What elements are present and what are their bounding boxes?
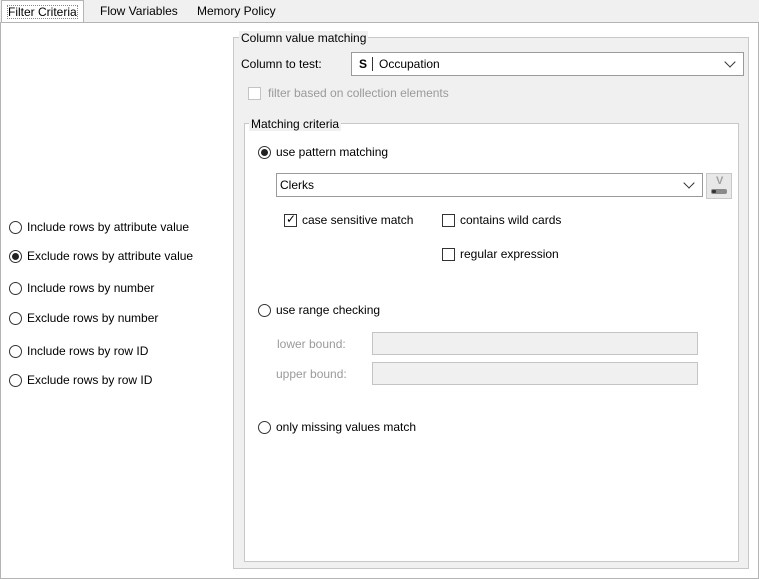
type-separator (372, 57, 373, 71)
radio-button-icon (9, 312, 22, 325)
chevron-down-icon (683, 177, 695, 189)
tab-bar: Filter Criteria Flow Variables Memory Po… (0, 0, 759, 23)
collection-elements-label: filter based on collection elements (268, 86, 449, 100)
flow-variable-button[interactable]: V (706, 173, 732, 199)
tab-label: Filter Criteria (7, 5, 78, 19)
option-label: Include rows by row ID (27, 344, 149, 358)
include-by-number-radio[interactable]: Include rows by number (9, 281, 154, 295)
flow-variable-icon: V (716, 175, 724, 187)
include-by-attribute-radio[interactable]: Include rows by attribute value (9, 220, 189, 234)
upper-bound-input[interactable] (372, 362, 698, 385)
pattern-value: Clerks (280, 178, 315, 192)
pattern-matching-label: use pattern matching (276, 145, 389, 159)
checkbox-icon (442, 214, 455, 227)
lower-bound-input[interactable] (372, 332, 698, 355)
column-value-matching-title: Column value matching (239, 31, 369, 45)
check-icon: ✓ (286, 212, 297, 226)
pattern-matching-radio[interactable]: use pattern matching (258, 145, 388, 159)
option-label: Exclude rows by row ID (27, 373, 153, 387)
column-to-test-label: Column to test: (241, 57, 322, 71)
option-label: Exclude rows by number (27, 311, 159, 325)
upper-bound-label: upper bound: (276, 367, 347, 381)
radio-button-icon (9, 282, 22, 295)
range-checking-radio[interactable]: use range checking (258, 303, 380, 317)
selected-column: Occupation (379, 57, 440, 71)
wildcards-checkbox[interactable]: contains wild cards (442, 213, 561, 227)
option-label: Include rows by number (27, 281, 155, 295)
radio-button-icon (9, 221, 22, 234)
range-checking-label: use range checking (276, 303, 381, 317)
radio-button-icon (9, 345, 22, 358)
collection-elements-checkbox[interactable]: filter based on collection elements (248, 86, 449, 100)
option-label: Include rows by attribute value (27, 220, 190, 234)
radio-button-icon (9, 374, 22, 387)
include-by-row-id-radio[interactable]: Include rows by row ID (9, 344, 148, 358)
missing-values-radio[interactable]: only missing values match (258, 420, 416, 434)
lower-bound-label: lower bound: (277, 337, 346, 351)
flow-variable-toggle-knob (712, 190, 716, 193)
option-label: Exclude rows by attribute value (27, 249, 194, 263)
exclude-by-row-id-radio[interactable]: Exclude rows by row ID (9, 373, 152, 387)
radio-button-icon (258, 146, 271, 159)
radio-button-icon (258, 304, 271, 317)
radio-button-icon (9, 250, 22, 263)
string-type-icon: S (359, 57, 368, 71)
missing-values-label: only missing values match (276, 420, 417, 434)
checkbox-icon (442, 248, 455, 261)
exclude-by-number-radio[interactable]: Exclude rows by number (9, 311, 158, 325)
column-to-test-dropdown[interactable]: S Occupation (351, 52, 744, 76)
regex-checkbox[interactable]: regular expression (442, 247, 559, 261)
chevron-down-icon (724, 56, 736, 68)
radio-button-icon (258, 421, 271, 434)
pattern-input[interactable]: Clerks (276, 173, 703, 197)
checkbox-icon (248, 87, 261, 100)
case-sensitive-checkbox[interactable]: ✓ case sensitive match (284, 212, 413, 227)
tab-memory-policy[interactable]: Memory Policy (192, 1, 281, 21)
tab-filter-criteria[interactable]: Filter Criteria (1, 0, 84, 23)
checkbox-icon: ✓ (284, 212, 297, 227)
tab-flow-variables[interactable]: Flow Variables (95, 1, 183, 21)
wildcards-label: contains wild cards (460, 213, 562, 227)
regex-label: regular expression (460, 247, 559, 261)
matching-criteria-title: Matching criteria (249, 117, 342, 131)
case-sensitive-label: case sensitive match (302, 213, 414, 227)
exclude-by-attribute-radio[interactable]: Exclude rows by attribute value (9, 249, 193, 263)
